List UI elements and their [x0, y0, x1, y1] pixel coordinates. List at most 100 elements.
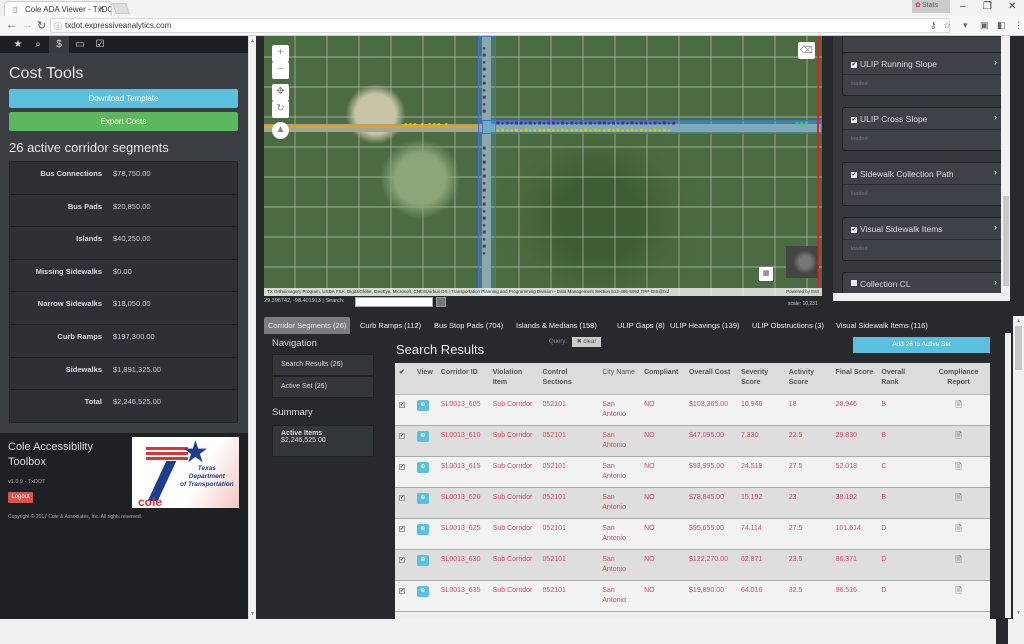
menu-icon[interactable]: ⋮: [1014, 20, 1023, 31]
tab-ulip-gaps[interactable]: ULIP Gaps (8): [613, 317, 669, 334]
table-row[interactable]: ✔ ⊕ SL0013_625 Sub Corridor 052101 San Antoni…: [395, 518, 990, 550]
row-checkbox[interactable]: ✔: [399, 587, 405, 594]
layers-tab-icon[interactable]: ▭: [70, 36, 90, 53]
minimize-icon[interactable]: –: [960, 1, 966, 12]
layer-checkbox[interactable]: ✔: [851, 172, 857, 178]
sidebar-scrollbar[interactable]: ▲ ▼: [248, 36, 256, 619]
report-icon[interactable]: 🗎: [955, 586, 961, 595]
key-icon[interactable]: ⚷: [930, 20, 937, 31]
tab-ulip-obstructions[interactable]: ULIP Obstructions (3): [748, 317, 828, 334]
column-header[interactable]: Control Sections: [538, 363, 599, 395]
maximize-icon[interactable]: ❐: [983, 1, 992, 12]
tab-bus-stop-pads[interactable]: Bus Stop Pads (704): [430, 317, 507, 334]
nav-search-results[interactable]: Search Results (26): [272, 354, 374, 376]
table-row[interactable]: ✔ ⊕ SL0013_610 Sub Corridor 052101 San Antoni…: [395, 425, 990, 457]
extension-icon-2[interactable]: ▣: [980, 20, 989, 31]
zoom-to-icon[interactable]: ⊕: [416, 523, 429, 535]
compass-button[interactable]: ▲: [272, 122, 289, 139]
tab-corridor-segments[interactable]: Corridor Segments (26): [264, 317, 351, 334]
tab-islands-medians[interactable]: Islands & Medians (158): [512, 317, 601, 334]
layer-checkbox[interactable]: [851, 280, 857, 286]
chevron-right-icon[interactable]: ›: [994, 222, 997, 232]
close-window-icon[interactable]: ✕: [1008, 1, 1016, 12]
layer-checkbox[interactable]: ✔: [851, 117, 857, 123]
tab-ulip-heavings[interactable]: ULIP Heavings (139): [666, 317, 743, 334]
bookmark-star-icon[interactable]: ☆: [943, 20, 951, 31]
column-header[interactable]: Compliant: [640, 363, 686, 395]
tab-visual-sidewalk-items[interactable]: Visual Sidewalk Items (116): [832, 317, 932, 334]
favorites-tab-icon[interactable]: ★: [8, 36, 28, 53]
zoom-to-icon[interactable]: ⊕: [416, 554, 429, 566]
nav-active-set[interactable]: Active Set (26): [272, 376, 374, 398]
row-checkbox[interactable]: ✔: [399, 401, 405, 408]
report-icon[interactable]: 🗎: [955, 524, 961, 533]
zoom-to-icon[interactable]: ⊕: [416, 492, 429, 504]
layer-card[interactable]: Collection CL ›: [842, 272, 1001, 293]
profile-button[interactable]: ✿ Stats: [912, 0, 950, 13]
row-checkbox[interactable]: ✔: [399, 432, 405, 439]
chevron-right-icon[interactable]: ›: [994, 112, 997, 122]
clear-query-button[interactable]: ✖ clear: [572, 337, 601, 347]
map-view[interactable]: ●●● ● ●●● ● ■●■●■■●■●■●■■●■●■●■●■●■■●■●■…: [264, 36, 822, 296]
column-header[interactable]: City Name: [598, 363, 641, 395]
basemap-grid-icon[interactable]: ▦: [759, 267, 773, 281]
row-checkbox[interactable]: ✔: [399, 556, 405, 563]
table-scrollbar[interactable]: [1005, 333, 1011, 618]
basemap-thumbnail[interactable]: [786, 246, 818, 278]
column-header[interactable]: Compliance Report: [927, 363, 990, 395]
back-icon[interactable]: ←: [6, 19, 17, 31]
row-checkbox[interactable]: ✔: [399, 494, 405, 501]
map-search-button[interactable]: [436, 297, 446, 307]
zoom-out-button[interactable]: −: [272, 62, 289, 79]
column-header[interactable]: Violation Item: [488, 363, 539, 395]
report-icon[interactable]: 🗎: [955, 493, 961, 502]
report-icon[interactable]: 🗎: [955, 431, 961, 440]
layer-card[interactable]: ✔ Sidewalk Collection Path › loaded: [842, 162, 1001, 206]
map-search-input[interactable]: [355, 297, 433, 307]
layer-scroll-thumb[interactable]: [1003, 196, 1009, 286]
url-input[interactable]: ⓘ txdot.expressiveanalytics.com: [50, 18, 950, 33]
tasks-tab-icon[interactable]: ☑: [90, 36, 110, 53]
tab-curb-ramps[interactable]: Curb Ramps (112): [356, 317, 425, 334]
table-row[interactable]: ✔ ⊕ SL0013_620 Sub Corridor 052101 San Antoni…: [395, 487, 990, 519]
layer-card[interactable]: ✔ Visual Sidewalk Items › loaded: [842, 217, 1001, 261]
zoom-to-icon[interactable]: ⊕: [416, 585, 429, 597]
download-template-button[interactable]: Download Template: [9, 89, 238, 108]
export-costs-button[interactable]: Export Costs: [9, 112, 238, 131]
table-row[interactable]: ✔ ⊕ SL0013_630 Sub Corridor 052101 San Antoni…: [395, 549, 990, 581]
report-icon[interactable]: 🗎: [955, 462, 961, 471]
zoom-in-button[interactable]: +: [272, 45, 289, 62]
browser-tab[interactable]: ▯ Cole ADA Viewer - TxDOT ✕: [4, 1, 112, 16]
report-icon[interactable]: 🗎: [955, 555, 961, 564]
layer-card[interactable]: ✔ ULIP Running Slope › loaded: [842, 52, 1001, 96]
rotate-button[interactable]: ↻: [272, 101, 289, 118]
logout-button[interactable]: Logout: [8, 492, 33, 503]
extension-icon[interactable]: ▾: [963, 20, 968, 31]
chevron-right-icon[interactable]: ›: [994, 57, 997, 67]
search-tab-icon[interactable]: ⌕: [28, 36, 48, 53]
new-tab-button[interactable]: [111, 3, 131, 14]
column-header[interactable]: Overall Rank: [877, 363, 928, 395]
column-header[interactable]: ✔: [395, 363, 413, 395]
row-checkbox[interactable]: ✔: [399, 463, 405, 470]
layer-card[interactable]: ✔ ULIP Cross Slope › loaded: [842, 107, 1001, 151]
page-scroll-thumb[interactable]: [1015, 326, 1022, 370]
close-tab-icon[interactable]: ✕: [98, 4, 105, 13]
table-row[interactable]: ✔ ⊕ SL0013_605 Sub Corridor 052101 San Antoni…: [395, 394, 990, 426]
column-header[interactable]: Severity Score: [736, 363, 785, 395]
row-checkbox[interactable]: ✔: [399, 525, 405, 532]
chevron-right-icon[interactable]: ›: [994, 167, 997, 177]
layer-checkbox[interactable]: ✔: [851, 62, 857, 68]
column-header[interactable]: Activity Score: [784, 363, 832, 395]
column-header[interactable]: Overall Cost: [685, 363, 737, 395]
zoom-to-icon[interactable]: ⊕: [416, 430, 429, 442]
zoom-to-icon[interactable]: ⊕: [416, 399, 429, 411]
pan-button[interactable]: ✥: [272, 84, 289, 101]
add-to-active-set-button[interactable]: Add 26 to Active Set: [853, 337, 990, 353]
cost-tab-icon[interactable]: $: [49, 36, 69, 53]
extension-icon-3[interactable]: ◧: [997, 20, 1006, 31]
report-icon[interactable]: 🗎: [955, 400, 961, 409]
layer-checkbox[interactable]: ✔: [851, 227, 857, 233]
chevron-right-icon[interactable]: ›: [994, 277, 997, 287]
table-row[interactable]: ✔ ⊕ SL0013_635 Sub Corridor 052101 San Antoni…: [395, 580, 990, 612]
